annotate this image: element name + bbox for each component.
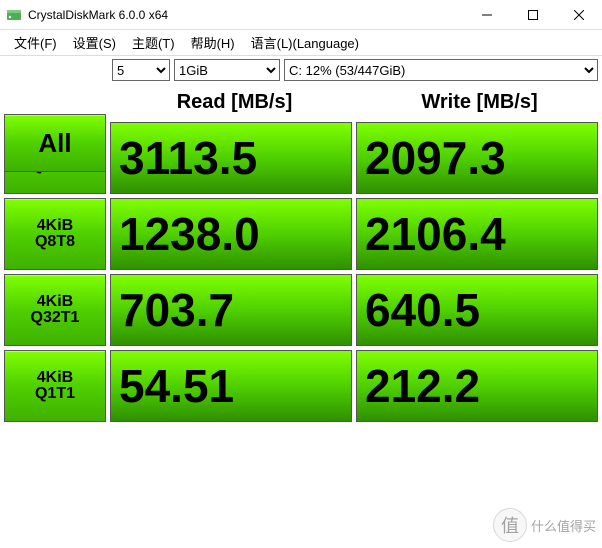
runs-select[interactable]: 5 xyxy=(112,59,170,81)
read-header: Read [MB/s] xyxy=(112,84,357,120)
watermark-icon: 值 xyxy=(493,508,527,542)
4k-q1t1-label-1: 4KiB xyxy=(37,370,73,386)
menu-file[interactable]: 文件(F) xyxy=(6,31,65,54)
controls-row: 5 1GiB C: 12% (53/447GiB) xyxy=(0,56,602,84)
4k-q32t1-label-2: Q32T1 xyxy=(31,310,80,326)
watermark-text: 什么值得买 xyxy=(531,516,596,535)
row-4k-q32t1: 4KiB Q32T1 703.7 640.5 xyxy=(0,272,602,348)
minimize-button[interactable] xyxy=(464,0,510,29)
window-controls xyxy=(464,0,602,29)
drive-select[interactable]: C: 12% (53/447GiB) xyxy=(284,59,598,81)
seq-read-value: 3113.5 xyxy=(110,122,352,194)
4k-q32t1-button[interactable]: 4KiB Q32T1 xyxy=(4,274,106,346)
write-header: Write [MB/s] xyxy=(357,84,602,120)
benchmark-grid: All 5 1GiB C: 12% (53/447GiB) Read [MB/s… xyxy=(0,56,602,424)
4k-q32t1-write-value: 640.5 xyxy=(356,274,598,346)
4k-q1t1-write-value: 212.2 xyxy=(356,350,598,422)
watermark: 值 什么值得买 xyxy=(493,508,596,542)
4k-q8t8-write-value: 2106.4 xyxy=(356,198,598,270)
4k-q8t8-button[interactable]: 4KiB Q8T8 xyxy=(4,198,106,270)
size-select[interactable]: 1GiB xyxy=(174,59,280,81)
4k-q1t1-read-value: 54.51 xyxy=(110,350,352,422)
4k-q8t8-label-2: Q8T8 xyxy=(35,234,75,250)
menu-bar: 文件(F) 设置(S) 主题(T) 帮助(H) 语言(L)(Language) xyxy=(0,30,602,56)
menu-theme[interactable]: 主题(T) xyxy=(124,31,183,54)
menu-language[interactable]: 语言(L)(Language) xyxy=(243,31,367,54)
4k-q1t1-label-2: Q1T1 xyxy=(35,386,75,402)
4k-q32t1-read-value: 703.7 xyxy=(110,274,352,346)
maximize-button[interactable] xyxy=(510,0,556,29)
window-title: CrystalDiskMark 6.0.0 x64 xyxy=(28,8,464,22)
all-button[interactable]: All xyxy=(4,114,106,172)
4k-q1t1-button[interactable]: 4KiB Q1T1 xyxy=(4,350,106,422)
menu-help[interactable]: 帮助(H) xyxy=(183,31,243,54)
row-4k-q1t1: 4KiB Q1T1 54.51 212.2 xyxy=(0,348,602,424)
menu-settings[interactable]: 设置(S) xyxy=(65,31,124,54)
4k-q32t1-label-1: 4KiB xyxy=(37,294,73,310)
4k-q8t8-label-1: 4KiB xyxy=(37,218,73,234)
seq-write-value: 2097.3 xyxy=(356,122,598,194)
app-icon xyxy=(6,7,22,23)
row-4k-q8t8: 4KiB Q8T8 1238.0 2106.4 xyxy=(0,196,602,272)
close-button[interactable] xyxy=(556,0,602,29)
title-bar: CrystalDiskMark 6.0.0 x64 xyxy=(0,0,602,30)
4k-q8t8-read-value: 1238.0 xyxy=(110,198,352,270)
